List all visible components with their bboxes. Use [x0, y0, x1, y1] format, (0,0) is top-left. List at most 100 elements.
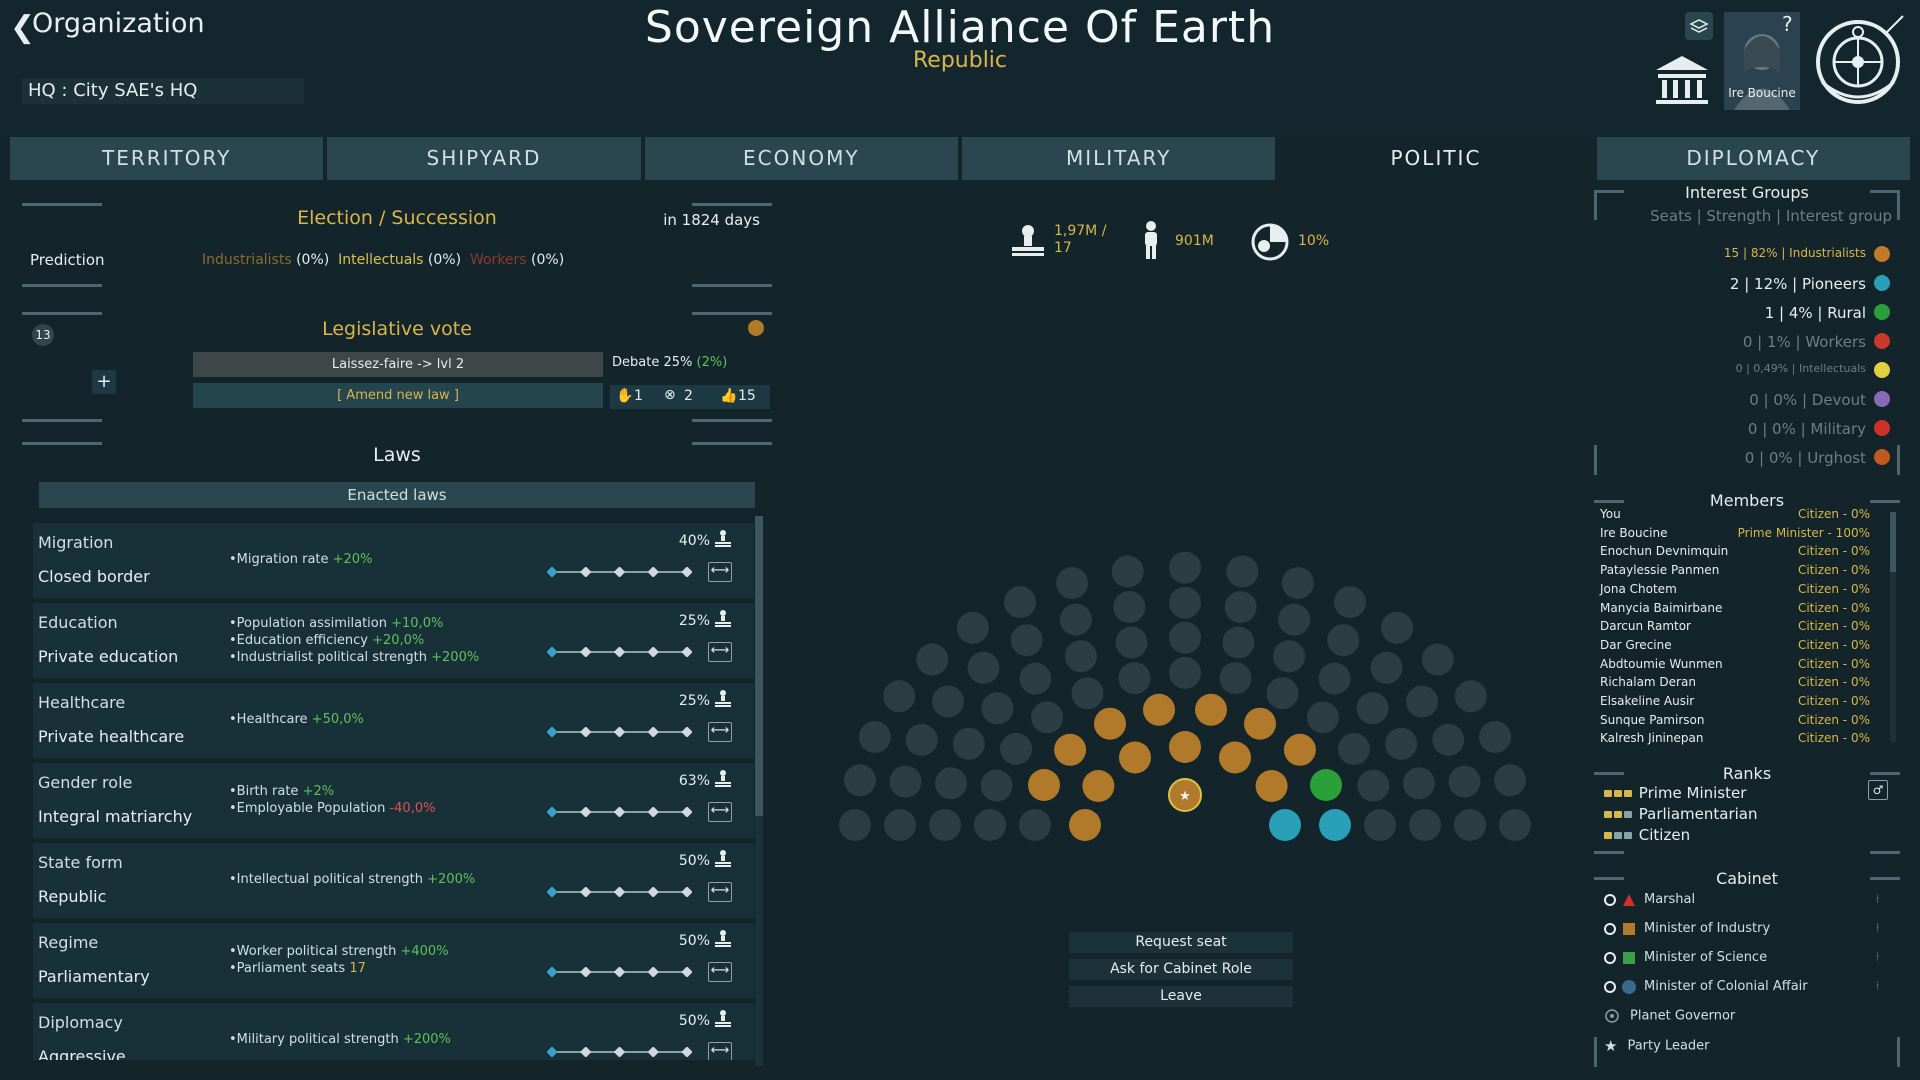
- cabinet-assign-icon[interactable]: ⍿: [1876, 979, 1879, 994]
- interest-group-row[interactable]: 0 | 1% | Workers: [1600, 331, 1894, 353]
- parliament-seat: [1010, 624, 1043, 657]
- laws-scrollbar[interactable]: [755, 516, 763, 1066]
- change-law-button[interactable]: ⟷: [708, 802, 732, 822]
- help-icon[interactable]: ?: [1782, 12, 1793, 36]
- ask-cabinet-role-button[interactable]: Ask for Cabinet Role: [1069, 959, 1293, 980]
- law-level-marker: [547, 807, 558, 817]
- law-effect-label: Intellectual political strength: [236, 872, 428, 887]
- cabinet-row[interactable]: Minister of Science: [1604, 950, 1767, 965]
- member-row[interactable]: Darcun Ramtor Citizen - 0%: [1600, 619, 1870, 637]
- cabinet-row[interactable]: Minister of Industry: [1604, 921, 1770, 936]
- current-law-vote[interactable]: Laissez-faire -> lvl 2: [193, 352, 603, 377]
- member-row[interactable]: You Citizen - 0%: [1600, 507, 1870, 525]
- law-level-slider[interactable]: [547, 807, 692, 817]
- cabinet-assign-icon[interactable]: ⍿: [1876, 921, 1879, 936]
- law-category: State form: [38, 853, 123, 872]
- change-law-button[interactable]: ⟷: [708, 642, 732, 662]
- law-row[interactable]: Regime Parliamentary 50% ⟷ •Worker polit…: [33, 923, 754, 998]
- law-level-slider[interactable]: [547, 727, 692, 737]
- request-seat-button[interactable]: Request seat: [1069, 932, 1293, 953]
- member-row[interactable]: Dar Grecine Citizen - 0%: [1600, 638, 1870, 656]
- interest-group-row[interactable]: 0 | 0% | Devout: [1600, 389, 1894, 411]
- cabinet-row[interactable]: Minister of Colonial Affair: [1604, 979, 1808, 994]
- amend-law-button[interactable]: [ Amend new law ]: [193, 383, 603, 408]
- members-scrollbar[interactable]: [1890, 512, 1896, 742]
- member-row[interactable]: Pataylessie Panmen Citizen - 0%: [1600, 563, 1870, 581]
- debate-progress: Debate 25% (2%): [612, 355, 727, 370]
- cabinet-assign-icon[interactable]: ⍿: [1876, 892, 1879, 907]
- member-row[interactable]: Abdtoumie Wunmen Citizen - 0%: [1600, 657, 1870, 675]
- law-level-slider[interactable]: [547, 647, 692, 657]
- law-row[interactable]: Education Private education 25% ⟷ •Popul…: [33, 603, 754, 678]
- law-level-slider[interactable]: [547, 887, 692, 897]
- interest-group-row[interactable]: 2 | 12% | Pioneers: [1600, 273, 1894, 295]
- change-law-button[interactable]: ⟷: [708, 562, 732, 582]
- tab-economy[interactable]: ECONOMY: [644, 137, 958, 180]
- interest-group-row[interactable]: 0 | 0,49% | Intellectuals: [1600, 360, 1894, 382]
- law-level-marker: [613, 967, 626, 977]
- member-row[interactable]: Ire Boucine Prime Minister - 100%: [1600, 526, 1870, 544]
- tab-diplomacy[interactable]: DIPLOMACY: [1596, 137, 1910, 180]
- interest-group-row[interactable]: 0 | 0% | Urghost: [1600, 447, 1894, 469]
- cabinet-row[interactable]: Marshal: [1604, 892, 1695, 907]
- enacted-laws-tab[interactable]: Enacted laws: [39, 482, 755, 508]
- add-law-button[interactable]: +: [92, 370, 116, 394]
- member-row[interactable]: Sunque Pamirson Citizen - 0%: [1600, 713, 1870, 731]
- parliament-seat: [1273, 640, 1306, 673]
- change-law-button[interactable]: ⟷: [708, 882, 732, 902]
- law-level-slider[interactable]: [547, 567, 692, 577]
- parliament-seat-icon: [714, 1009, 732, 1027]
- legislative-title: Legislative vote: [322, 318, 472, 340]
- law-level-marker: [681, 1047, 692, 1057]
- interest-group-row[interactable]: 1 | 4% | Rural: [1600, 302, 1894, 324]
- cabinet-row[interactable]: Planet Governor: [1604, 1008, 1735, 1024]
- government-building-icon[interactable]: [1648, 52, 1716, 108]
- law-effect-value: +20%: [332, 552, 373, 567]
- parliament-seat: [1364, 809, 1396, 841]
- cabinet-assign-icon[interactable]: ⍿: [1876, 950, 1879, 965]
- laws-title: Laws: [373, 444, 421, 466]
- expand-icon[interactable]: [1883, 12, 1907, 36]
- member-row[interactable]: Enochun Devnimquin Citizen - 0%: [1600, 544, 1870, 562]
- leader-portrait[interactable]: ? Ire Boucine: [1724, 12, 1800, 110]
- tab-military[interactable]: MILITARY: [961, 137, 1276, 180]
- change-law-button[interactable]: ⟷: [708, 1042, 732, 1060]
- laws-scrollbar-thumb[interactable]: [755, 516, 763, 816]
- law-support-percent: 50%: [678, 1013, 710, 1029]
- law-row[interactable]: Healthcare Private healthcare 25% ⟷ •Hea…: [33, 683, 754, 758]
- tab-politic[interactable]: POLITIC: [1279, 137, 1593, 180]
- interest-group-color-dot: [1874, 333, 1890, 349]
- interest-group-text: 0 | 0,49% | Intellectuals: [1735, 362, 1866, 375]
- cabinet-row[interactable]: ★ Party Leader: [1604, 1037, 1710, 1055]
- gender-toggle-icon[interactable]: ♂: [1868, 780, 1888, 800]
- parliament-seat: [1409, 809, 1441, 841]
- tab-territory[interactable]: TERRITORY: [10, 137, 324, 180]
- member-row[interactable]: Elsakeline Ausir Citizen - 0%: [1600, 694, 1870, 712]
- parliament-seat: [1019, 809, 1051, 841]
- member-row[interactable]: Manycia Baimirbane Citizen - 0%: [1600, 601, 1870, 619]
- tab-shipyard[interactable]: SHIPYARD: [327, 137, 641, 180]
- parliament-seat: [1421, 643, 1454, 676]
- law-row[interactable]: Gender role Integral matriarchy 63% ⟷ •B…: [33, 763, 754, 838]
- law-row[interactable]: State form Republic 50% ⟷ •Intellectual …: [33, 843, 754, 918]
- law-level-slider[interactable]: [547, 1047, 692, 1057]
- law-support-percent: 25%: [678, 613, 710, 629]
- law-row[interactable]: Diplomacy Aggressive 50% ⟷ •Military pol…: [33, 1003, 754, 1060]
- member-row[interactable]: Richalam Deran Citizen - 0%: [1600, 675, 1870, 693]
- law-row[interactable]: Migration Closed border 40% ⟷ •Migration…: [33, 523, 754, 598]
- members-scrollbar-thumb[interactable]: [1890, 512, 1896, 572]
- interest-group-row[interactable]: 15 | 82% | Industrialists: [1600, 244, 1894, 266]
- law-level-slider[interactable]: [547, 967, 692, 977]
- parliament-seat: [1448, 765, 1481, 798]
- parliament-seat: [1479, 721, 1512, 753]
- interest-group-row[interactable]: 0 | 0% | Military: [1600, 418, 1894, 440]
- leave-button[interactable]: Leave: [1069, 986, 1293, 1007]
- parliament-seat: [1327, 624, 1360, 657]
- parliament-seat-icon: [1010, 222, 1046, 258]
- change-law-button[interactable]: ⟷: [708, 722, 732, 742]
- layers-icon[interactable]: [1685, 12, 1713, 40]
- member-row[interactable]: Kalresh Jininepan Citizen - 0%: [1600, 731, 1870, 749]
- cabinet-role-label: Minister of Industry: [1644, 921, 1771, 936]
- change-law-button[interactable]: ⟷: [708, 962, 732, 982]
- member-row[interactable]: Jona Chotem Citizen - 0%: [1600, 582, 1870, 600]
